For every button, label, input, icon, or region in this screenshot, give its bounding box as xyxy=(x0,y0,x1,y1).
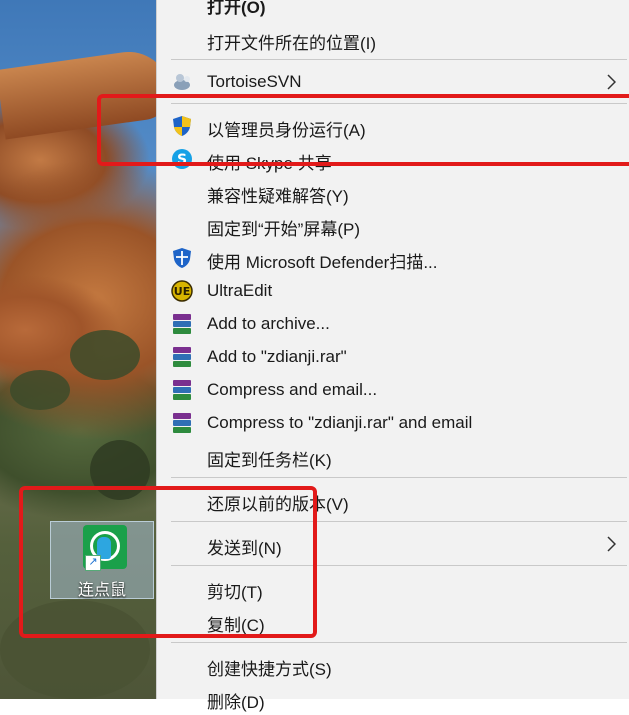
ultraedit-icon: UE xyxy=(171,280,193,302)
menu-item-label: 兼容性疑难解答(Y) xyxy=(207,187,349,206)
shrub xyxy=(70,330,140,380)
chevron-right-icon xyxy=(606,536,617,552)
menu-item-label: Add to archive... xyxy=(207,314,330,333)
winrar-icon xyxy=(171,379,193,401)
menu-separator xyxy=(171,59,627,60)
menu-item-compress-and-email[interactable]: Compress and email... xyxy=(157,374,629,407)
menu-separator xyxy=(171,642,627,643)
menu-item-add-to-rar[interactable]: Add to "zdianji.rar" xyxy=(157,341,629,374)
defender-shield-icon xyxy=(171,247,193,269)
menu-item-compress-to-rar-and-email[interactable]: Compress to "zdianji.rar" and email xyxy=(157,407,629,440)
menu-item-label: Compress and email... xyxy=(207,380,378,399)
menu-item-add-to-archive[interactable]: Add to archive... xyxy=(157,308,629,341)
menu-item-defender-scan[interactable]: 使用 Microsoft Defender扫描... xyxy=(157,242,629,275)
menu-item-open-file-location[interactable]: 打开文件所在的位置(I) xyxy=(157,23,629,56)
winrar-icon xyxy=(171,412,193,434)
svg-text:UE: UE xyxy=(174,285,190,298)
menu-item-label: Add to "zdianji.rar" xyxy=(207,347,347,366)
menu-item-label: 打开(O) xyxy=(207,0,266,17)
menu-separator xyxy=(171,477,627,478)
menu-item-label: TortoiseSVN xyxy=(207,72,302,91)
shrub xyxy=(10,370,70,410)
menu-item-pin-to-taskbar[interactable]: 固定到任务栏(K) xyxy=(157,440,629,473)
menu-item-label: 删除(D) xyxy=(207,693,265,712)
menu-item-compatibility-troubleshoot[interactable]: 兼容性疑难解答(Y) xyxy=(157,176,629,209)
highlight-box-run-as-admin xyxy=(97,94,629,166)
menu-item-label: 固定到任务栏(K) xyxy=(207,451,332,470)
menu-item-label: 使用 Microsoft Defender扫描... xyxy=(207,253,438,272)
menu-item-label: 固定到“开始”屏幕(P) xyxy=(207,220,360,239)
menu-item-label: Compress to "zdianji.rar" and email xyxy=(207,413,473,432)
menu-item-open[interactable]: 打开(O) xyxy=(157,0,629,20)
menu-item-create-shortcut[interactable]: 创建快捷方式(S) xyxy=(157,649,629,682)
winrar-icon xyxy=(171,346,193,368)
menu-item-label: 创建快捷方式(S) xyxy=(207,660,332,679)
tortoise-icon xyxy=(171,71,193,93)
highlight-box-desktop-icon xyxy=(19,486,317,638)
menu-item-label: 打开文件所在的位置(I) xyxy=(207,34,377,53)
chevron-right-icon xyxy=(606,74,617,90)
menu-item-pin-to-start[interactable]: 固定到“开始”屏幕(P) xyxy=(157,209,629,242)
menu-item-label: UltraEdit xyxy=(207,281,273,300)
menu-item-ultraedit[interactable]: UE UltraEdit xyxy=(157,275,629,308)
winrar-icon xyxy=(171,313,193,335)
